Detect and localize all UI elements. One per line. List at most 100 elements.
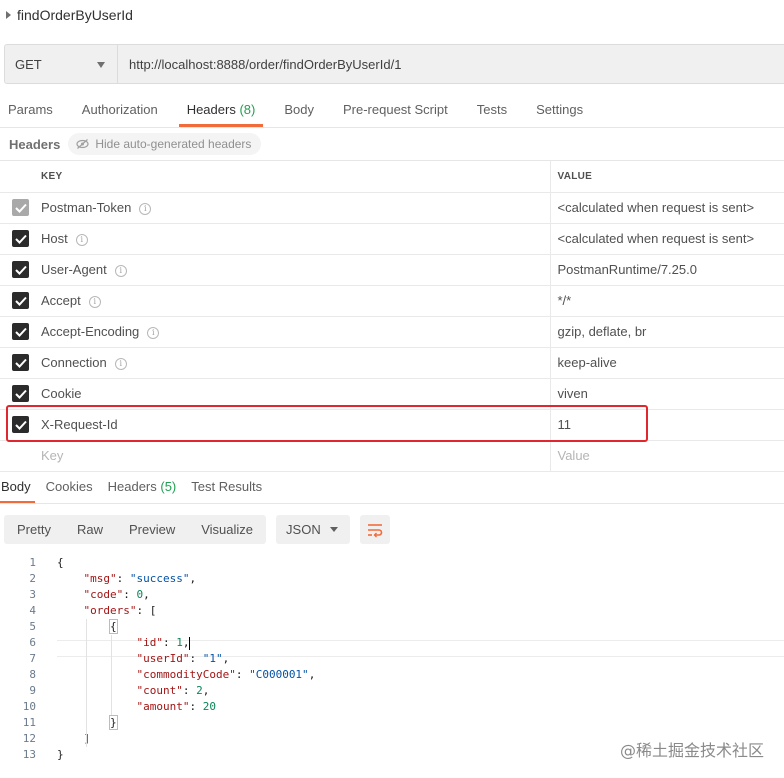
header-enabled-checkbox[interactable] bbox=[12, 230, 29, 247]
info-icon[interactable]: i bbox=[114, 357, 127, 370]
header-key: Accept-Encoding bbox=[41, 324, 140, 339]
chevron-down-icon bbox=[97, 62, 105, 68]
header-key-cell[interactable]: X-Request-Id bbox=[32, 409, 551, 441]
header-key: Accept bbox=[41, 293, 81, 308]
watermark: @稀土掘金技术社区 bbox=[619, 741, 764, 760]
header-value-cell[interactable]: 11 bbox=[550, 409, 784, 441]
header-value-cell[interactable]: viven bbox=[550, 378, 784, 410]
column-key: KEY bbox=[32, 161, 551, 193]
code-line: 8 "commodityCode": "C000001", bbox=[0, 667, 784, 683]
header-value-cell[interactable]: PostmanRuntime/7.25.0 bbox=[550, 254, 784, 286]
header-key-cell[interactable]: Accept i bbox=[32, 285, 551, 317]
tab-tests[interactable]: Tests bbox=[469, 96, 515, 127]
code-line: 5 { bbox=[0, 619, 784, 635]
format-label: JSON bbox=[286, 522, 321, 537]
header-row: Accept-Encoding i gzip, deflate, br bbox=[0, 316, 784, 348]
header-row: Cookie viven bbox=[0, 378, 784, 410]
view-mode-raw[interactable]: Raw bbox=[64, 515, 116, 544]
header-value: keep-alive bbox=[557, 355, 617, 370]
info-icon[interactable]: i bbox=[114, 264, 127, 277]
url-bar: GET http://localhost:8888/order/findOrde… bbox=[4, 44, 784, 84]
line-number: 4 bbox=[29, 604, 36, 617]
response-tab-body[interactable]: Body bbox=[0, 472, 35, 503]
header-value: viven bbox=[557, 386, 588, 401]
line-number: 1 bbox=[29, 556, 36, 569]
hide-auto-headers-button[interactable]: Hide auto-generated headers bbox=[68, 133, 262, 155]
header-key-cell[interactable]: User-Agent i bbox=[32, 254, 551, 286]
info-icon[interactable]: i bbox=[88, 295, 101, 308]
header-row: Host i <calculated when request is sent> bbox=[0, 223, 784, 255]
view-mode-pretty[interactable]: Pretty bbox=[4, 515, 64, 544]
header-value: 11 bbox=[557, 417, 572, 432]
code-text: "orders": [ bbox=[83, 604, 157, 617]
info-icon[interactable]: i bbox=[139, 202, 152, 215]
tab-pre-request-script[interactable]: Pre-request Script bbox=[335, 96, 456, 127]
tab-params[interactable]: Params bbox=[0, 96, 61, 127]
code-line: 4 "orders": [ bbox=[0, 603, 784, 619]
info-icon[interactable]: i bbox=[75, 233, 88, 246]
header-key: User-Agent bbox=[41, 262, 107, 277]
view-mode-preview[interactable]: Preview bbox=[116, 515, 188, 544]
tab-body[interactable]: Body bbox=[276, 96, 322, 127]
collapse-caret-icon[interactable] bbox=[6, 11, 11, 19]
method-label: GET bbox=[15, 56, 42, 72]
line-number: 7 bbox=[29, 652, 36, 665]
header-enabled-checkbox[interactable] bbox=[12, 292, 29, 309]
header-value-cell[interactable]: */* bbox=[550, 285, 784, 317]
header-enabled-checkbox[interactable] bbox=[12, 385, 29, 402]
tab-headers[interactable]: Headers (8) bbox=[178, 96, 264, 127]
method-select[interactable]: GET bbox=[4, 44, 118, 84]
line-number: 3 bbox=[29, 588, 36, 601]
header-enabled-checkbox[interactable] bbox=[12, 416, 29, 433]
header-key-cell[interactable]: Postman-Token i bbox=[32, 192, 551, 224]
column-value: VALUE bbox=[550, 161, 784, 193]
header-value: */* bbox=[557, 293, 572, 308]
header-enabled-checkbox bbox=[12, 199, 29, 216]
header-value-cell[interactable]: <calculated when request is sent> bbox=[550, 192, 784, 224]
request-name[interactable]: findOrderByUserId bbox=[17, 7, 133, 23]
tab-authorization[interactable]: Authorization bbox=[74, 96, 166, 127]
code-text: "amount": 20 bbox=[136, 700, 216, 713]
code-text: "code": 0, bbox=[83, 588, 150, 601]
eye-off-icon bbox=[76, 139, 89, 149]
response-tab-cookies[interactable]: Cookies bbox=[42, 472, 97, 503]
indent-guide bbox=[86, 619, 87, 747]
tab-settings[interactable]: Settings bbox=[528, 96, 591, 127]
header-value-cell[interactable]: gzip, deflate, br bbox=[550, 316, 784, 348]
url-input[interactable]: http://localhost:8888/order/findOrderByU… bbox=[118, 44, 784, 84]
code-text: "id": 1, bbox=[136, 636, 191, 650]
response-tabs: Body Cookies Headers (5) Test Results bbox=[0, 472, 784, 504]
line-number: 10 bbox=[22, 700, 36, 713]
line-number: 8 bbox=[29, 668, 36, 681]
wrap-lines-button[interactable] bbox=[360, 515, 391, 544]
tab-label: Cookies bbox=[45, 479, 93, 494]
tab-label: Headers bbox=[107, 479, 157, 494]
header-value-cell[interactable]: keep-alive bbox=[550, 347, 784, 379]
header-enabled-checkbox[interactable] bbox=[12, 261, 29, 278]
code-text: "count": 2, bbox=[136, 684, 210, 697]
new-value-input[interactable]: Value bbox=[550, 440, 784, 472]
header-key-cell[interactable]: Accept-Encoding i bbox=[32, 316, 551, 348]
info-icon[interactable]: i bbox=[147, 326, 160, 339]
headers-label: Headers bbox=[9, 136, 61, 152]
response-tab-headers[interactable]: Headers (5) bbox=[104, 472, 181, 503]
code-line: 2 "msg": "success", bbox=[0, 571, 784, 587]
header-value: <calculated when request is sent> bbox=[557, 200, 755, 215]
tab-count-badge: (5) bbox=[160, 479, 177, 494]
header-enabled-checkbox[interactable] bbox=[12, 323, 29, 340]
response-tab-test-results[interactable]: Test Results bbox=[187, 472, 266, 503]
header-key: X-Request-Id bbox=[41, 417, 118, 432]
code-text: } bbox=[57, 748, 64, 761]
response-body-editor[interactable]: 1{2 "msg": "success", 3 "code": 0, 4 "orde… bbox=[0, 555, 784, 763]
header-key-cell[interactable]: Host i bbox=[32, 223, 551, 255]
view-mode-visualize[interactable]: Visualize bbox=[188, 515, 266, 544]
header-value-cell[interactable]: <calculated when request is sent> bbox=[550, 223, 784, 255]
format-select[interactable]: JSON bbox=[276, 515, 351, 544]
chevron-down-icon bbox=[330, 527, 339, 532]
code-text: "commodityCode": "C000001", bbox=[136, 668, 316, 681]
new-key-input[interactable]: Key bbox=[32, 440, 551, 472]
header-key-cell[interactable]: Cookie bbox=[32, 378, 551, 410]
header-key-cell[interactable]: Connection i bbox=[32, 347, 551, 379]
header-enabled-checkbox[interactable] bbox=[12, 354, 29, 371]
code-line: 10 "amount": 20 bbox=[0, 699, 784, 715]
